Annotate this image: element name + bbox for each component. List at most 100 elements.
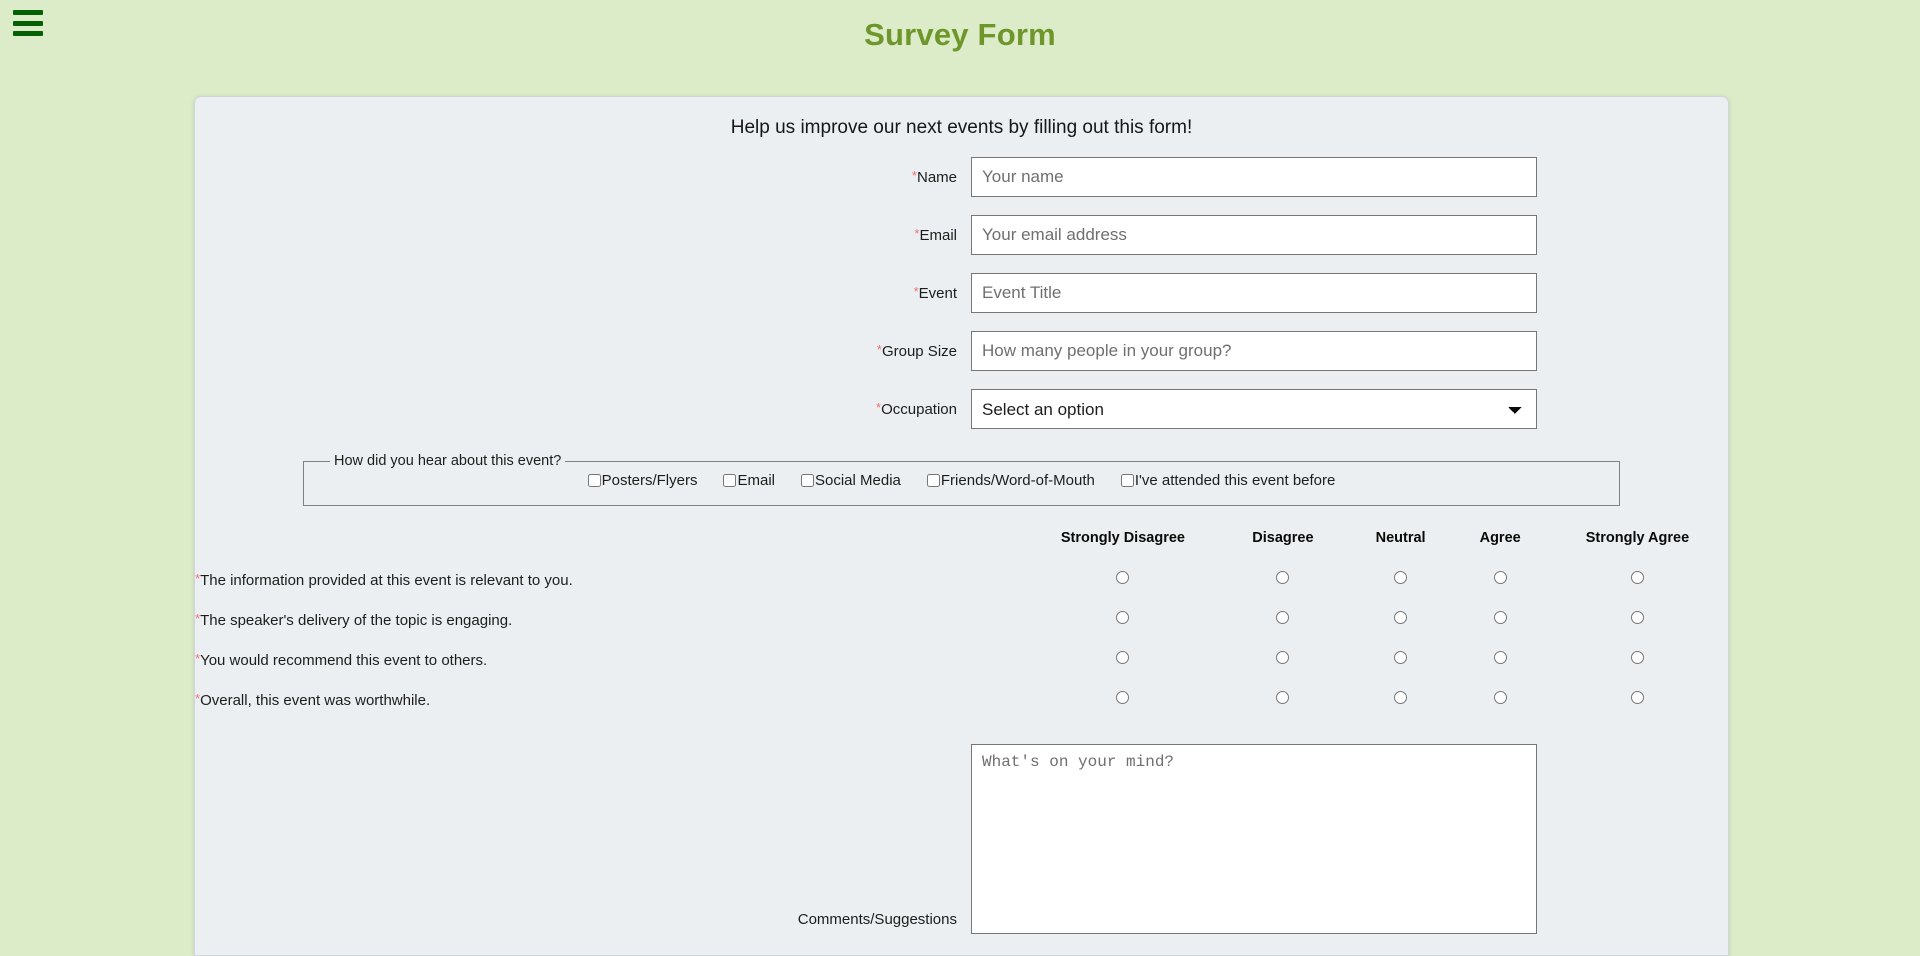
hamburger-bar-3 [13, 31, 43, 36]
field-row-group-size: *Group Size [195, 331, 1728, 371]
field-input-group-size[interactable] [971, 331, 1537, 371]
likert-question: *You would recommend this event to other… [195, 640, 1028, 680]
page-title: Survey Form [864, 17, 1056, 52]
likert-radio[interactable] [1394, 571, 1408, 584]
field-row-email: *Email [195, 215, 1728, 255]
likert-radio[interactable] [1493, 571, 1507, 584]
hear-about-option[interactable]: Email [723, 472, 775, 489]
likert-header-agree: Agree [1479, 530, 1521, 546]
hear-about-checkbox[interactable] [1120, 474, 1134, 487]
field-label-text: Email [919, 226, 957, 244]
likert-radio[interactable] [1493, 651, 1507, 664]
likert-cell [1028, 600, 1218, 640]
likert-cell [1453, 680, 1547, 720]
likert-radio[interactable] [1276, 571, 1290, 584]
hear-about-legend: How did you hear about this event? [334, 453, 562, 469]
likert-cell [1218, 560, 1348, 600]
comments-textarea[interactable] [971, 744, 1537, 934]
field-row-name: *Name [195, 157, 1728, 197]
likert-header-row: Strongly Disagree Disagree Neutral Agree… [195, 529, 1728, 560]
hear-about-option[interactable]: Social Media [801, 472, 901, 489]
likert-radio[interactable] [1394, 651, 1408, 664]
likert-body: *The information provided at this event … [195, 560, 1728, 720]
hamburger-menu-icon[interactable] [13, 10, 43, 36]
hear-about-option-label: Social Media [815, 472, 901, 489]
likert-cell [1547, 640, 1728, 680]
hear-about-checkbox[interactable] [926, 474, 940, 487]
hear-about-option-label: Email [737, 472, 775, 489]
likert-question-header [195, 529, 1028, 560]
likert-radio[interactable] [1630, 691, 1644, 704]
likert-cell [1218, 640, 1348, 680]
likert-question: *The information provided at this event … [195, 560, 1028, 600]
likert-radio[interactable] [1493, 611, 1507, 624]
likert-header-disagree: Disagree [1252, 530, 1314, 546]
likert-radio[interactable] [1116, 611, 1130, 624]
survey-form-card: Help us improve our next events by filli… [194, 96, 1729, 956]
hear-about-checkbox[interactable] [723, 474, 737, 487]
likert-cell [1547, 560, 1728, 600]
likert-radio[interactable] [1276, 611, 1290, 624]
field-input-name[interactable] [971, 157, 1537, 197]
likert-question-text: Overall, this event was worthwhile. [200, 691, 431, 709]
hear-about-option[interactable]: Posters/Flyers [587, 472, 698, 489]
form-subtitle: Help us improve our next events by filli… [730, 117, 1193, 138]
likert-radio[interactable] [1116, 691, 1130, 704]
likert-cell [1547, 680, 1728, 720]
occupation-row: *Occupation Select an option [195, 389, 1728, 429]
likert-row: *You would recommend this event to other… [195, 640, 1728, 680]
hear-about-checkbox[interactable] [801, 474, 814, 487]
comments-row: Comments/Suggestions [195, 744, 1728, 934]
likert-cell [1218, 600, 1348, 640]
hear-about-checkbox[interactable] [587, 474, 601, 487]
likert-row: *The information provided at this event … [195, 560, 1728, 600]
likert-radio[interactable] [1394, 691, 1408, 704]
likert-cell [1348, 600, 1454, 640]
likert-cell [1453, 640, 1547, 680]
occupation-label-text: Occupation [881, 400, 957, 418]
likert-radio[interactable] [1630, 571, 1644, 584]
likert-cell [1547, 600, 1728, 640]
hamburger-bar-2 [13, 20, 43, 26]
likert-radio[interactable] [1630, 651, 1644, 664]
field-row-event: *Event [195, 273, 1728, 313]
likert-radio[interactable] [1493, 691, 1507, 704]
hamburger-bar-1 [13, 10, 43, 15]
likert-question-text: The information provided at this event i… [200, 571, 573, 589]
likert-radio[interactable] [1116, 651, 1130, 664]
likert-row: *The speaker's delivery of the topic is … [195, 600, 1728, 640]
likert-cell [1028, 640, 1218, 680]
likert-cell [1348, 680, 1454, 720]
field-label-text: Event [918, 284, 957, 302]
likert-radio[interactable] [1276, 691, 1290, 704]
likert-radio[interactable] [1394, 611, 1408, 624]
field-label: *Event [195, 285, 971, 302]
likert-radio[interactable] [1116, 571, 1130, 584]
likert-cell [1453, 560, 1547, 600]
likert-radio[interactable] [1630, 611, 1644, 624]
occupation-label: *Occupation [195, 401, 971, 418]
likert-cell [1348, 560, 1454, 600]
likert-header-strongly-disagree: Strongly Disagree [1060, 530, 1185, 546]
hear-about-option[interactable]: I've attended this event before [1120, 472, 1335, 489]
likert-cell [1453, 600, 1547, 640]
text-fields-group: *Name *Email *Event *Group Size [195, 157, 1728, 371]
likert-cell [1028, 560, 1218, 600]
likert-question-text: You would recommend this event to others… [200, 651, 488, 669]
field-label-text: Name [916, 168, 957, 186]
field-label: *Email [195, 227, 971, 244]
likert-header-neutral: Neutral [1375, 530, 1426, 546]
likert-cell [1028, 680, 1218, 720]
likert-question-text: The speaker's delivery of the topic is e… [200, 611, 513, 629]
field-input-email[interactable] [971, 215, 1537, 255]
hear-about-option[interactable]: Friends/Word-of-Mouth [926, 472, 1095, 489]
hear-about-fieldset: How did you hear about this event? Poste… [303, 453, 1620, 506]
likert-cell [1218, 680, 1348, 720]
field-input-event[interactable] [971, 273, 1537, 313]
likert-cell [1348, 640, 1454, 680]
occupation-select[interactable]: Select an option [971, 389, 1537, 429]
likert-radio[interactable] [1276, 651, 1290, 664]
hear-about-options: Posters/Flyers Email Social Media Friends/W… [312, 469, 1611, 495]
hear-about-option-label: Posters/Flyers [601, 472, 698, 489]
likert-question: *Overall, this event was worthwhile. [195, 680, 1028, 720]
